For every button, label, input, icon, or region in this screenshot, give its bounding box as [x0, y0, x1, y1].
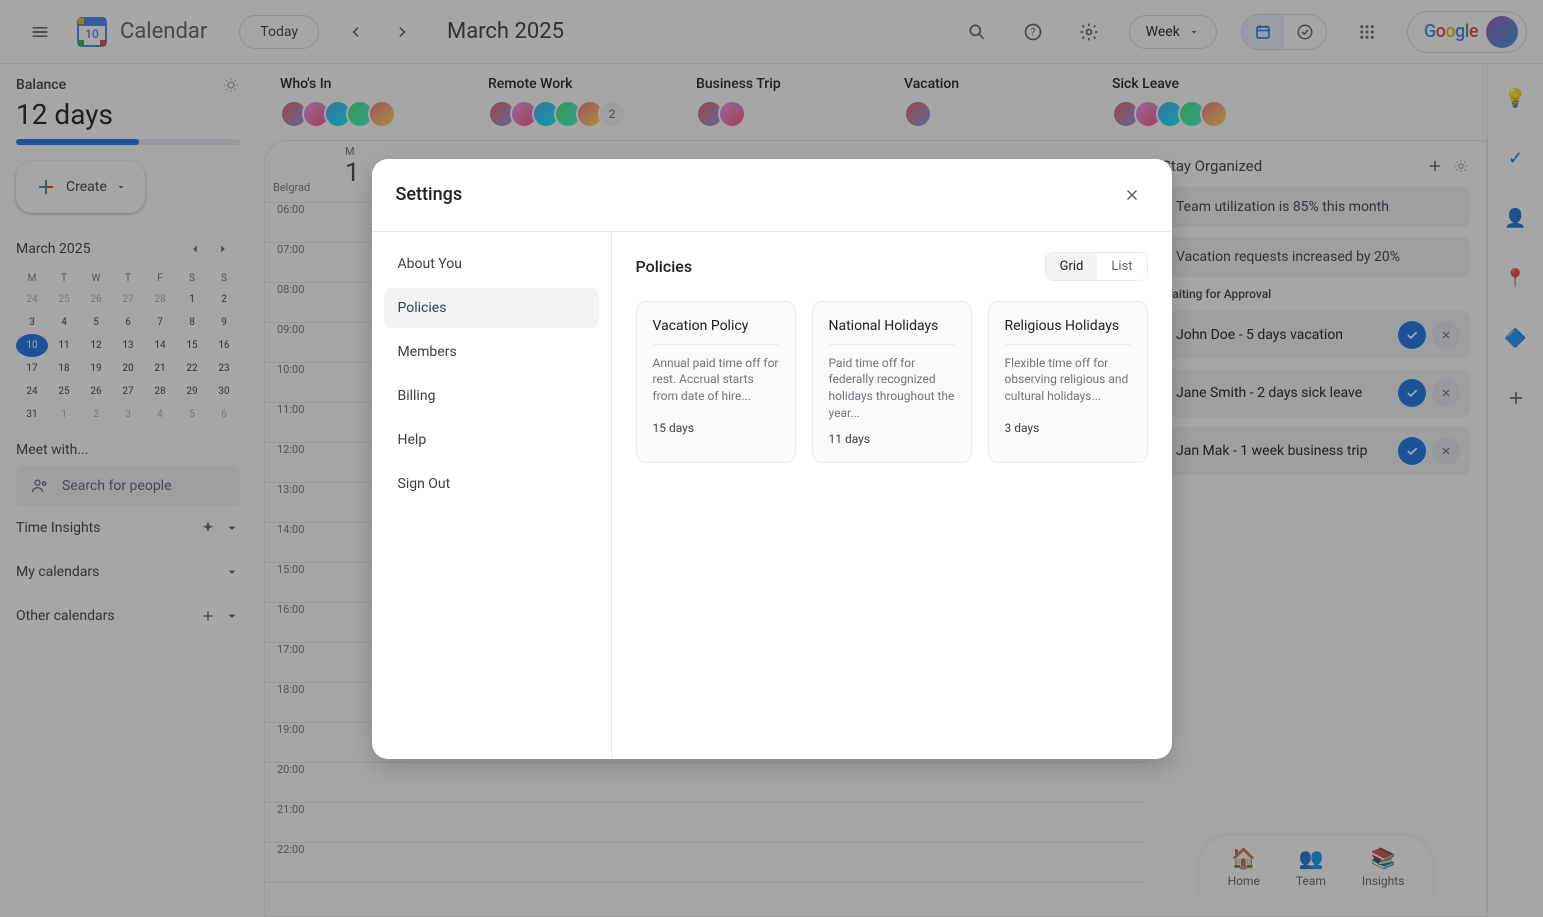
modal-nav-item[interactable]: Billing [384, 376, 599, 416]
list-view-button[interactable]: List [1097, 253, 1146, 280]
modal-nav-item[interactable]: Help [384, 420, 599, 460]
policy-days: 15 days [653, 421, 779, 435]
modal-close-button[interactable] [1116, 179, 1148, 211]
policy-card[interactable]: National Holidays Paid time off for feder… [812, 301, 972, 463]
modal-nav-item[interactable]: About You [384, 244, 599, 284]
policy-desc: Paid time off for federally recognized h… [829, 355, 955, 422]
modal-content: Policies Grid List Vacation Policy Annual… [612, 232, 1172, 759]
modal-nav-item[interactable]: Members [384, 332, 599, 372]
grid-view-button[interactable]: Grid [1046, 253, 1098, 280]
policy-card[interactable]: Vacation Policy Annual paid time off for … [636, 301, 796, 463]
policy-desc: Flexible time off for observing religiou… [1005, 355, 1131, 411]
modal-nav-item[interactable]: Sign Out [384, 464, 599, 504]
view-toggle: Grid List [1045, 252, 1148, 281]
policy-title: Vacation Policy [653, 318, 779, 345]
settings-modal: Settings About YouPoliciesMembersBilling… [372, 159, 1172, 759]
policy-days: 11 days [829, 432, 955, 446]
policy-days: 3 days [1005, 421, 1131, 435]
modal-nav: About YouPoliciesMembersBillingHelpSign … [372, 232, 612, 759]
modal-scrim[interactable]: Settings About YouPoliciesMembersBilling… [0, 0, 1543, 917]
modal-title: Settings [396, 184, 463, 205]
policy-title: National Holidays [829, 318, 955, 345]
content-title: Policies [636, 257, 693, 276]
policy-title: Religious Holidays [1005, 318, 1131, 345]
policy-card[interactable]: Religious Holidays Flexible time off for … [988, 301, 1148, 463]
close-icon [1123, 186, 1141, 204]
modal-nav-item[interactable]: Policies [384, 288, 599, 328]
policy-desc: Annual paid time off for rest. Accrual s… [653, 355, 779, 411]
